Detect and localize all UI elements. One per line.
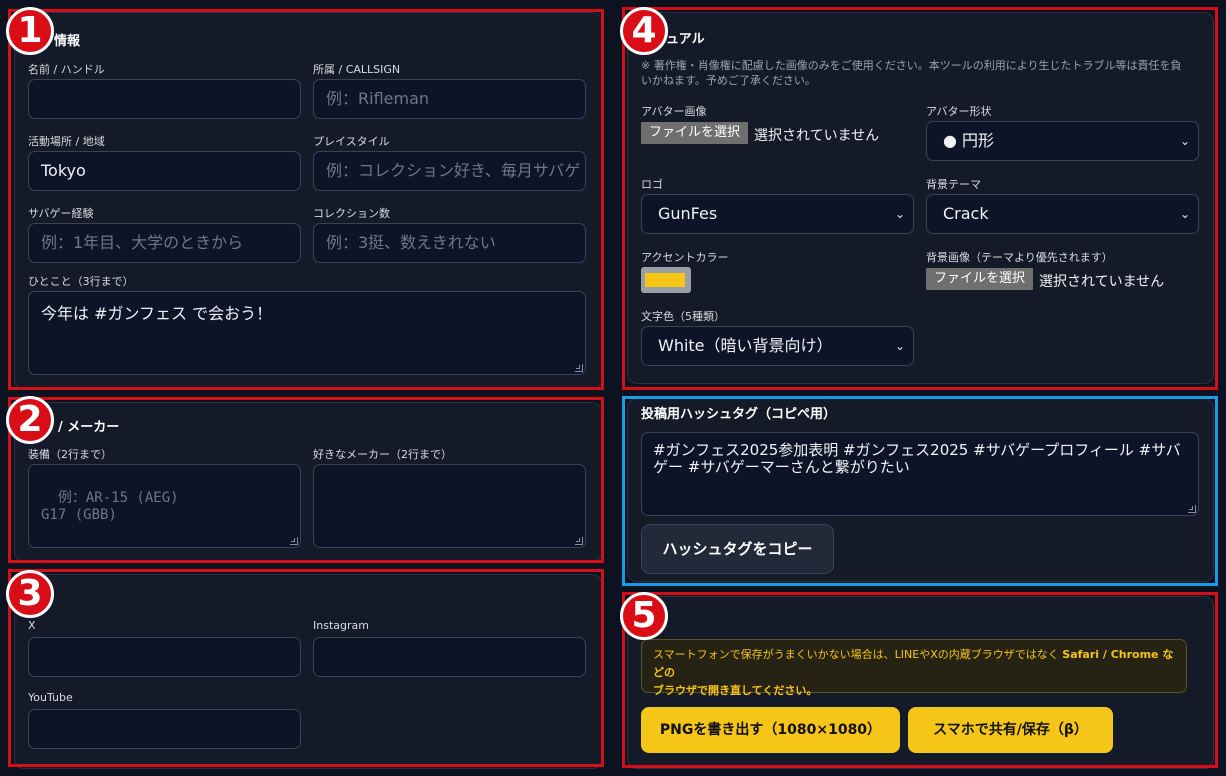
step-badge-1: 1	[6, 7, 54, 55]
maker-textarea[interactable]	[313, 464, 586, 548]
hashtag-text: #ガンフェス2025参加表明 #ガンフェス2025 #サバゲープロフィール #サ…	[653, 441, 1181, 476]
bg-image-file-status: 選択されていません	[1039, 274, 1165, 290]
collection-input[interactable]: 例：3挺、数えきれない	[313, 223, 586, 263]
equip-label: 装備（2行まで）	[28, 448, 112, 461]
gear-title: / メーカー	[58, 420, 120, 435]
text-color-label: 文字色（5種類）	[641, 310, 725, 323]
logo-select[interactable]: GunFes ⌄	[641, 194, 914, 234]
resize-grip-icon[interactable]	[575, 537, 583, 545]
accent-color-picker[interactable]	[641, 267, 691, 293]
browser-warning: スマートフォンで保存がうまくいかない場合は、LINEやXの内蔵ブラウザではなく …	[641, 639, 1187, 697]
accent-color-label: アクセントカラー	[641, 251, 729, 264]
area-input[interactable]: Tokyo	[28, 151, 301, 191]
share-save-button[interactable]: スマホで共有/保存（β）	[908, 707, 1113, 753]
resize-grip-icon[interactable]	[575, 364, 583, 372]
copy-hashtag-button[interactable]: ハッシュタグをコピー	[641, 524, 834, 574]
avatar-file-status: 選択されていません	[754, 128, 880, 144]
bg-image-file-button[interactable]: ファイルを選択	[926, 268, 1034, 290]
accent-color-fill	[645, 273, 685, 287]
step-badge-4: 4	[620, 7, 668, 55]
bg-theme-label: 背景テーマ	[926, 178, 981, 191]
hashtag-textarea[interactable]: #ガンフェス2025参加表明 #ガンフェス2025 #サバゲープロフィール #サ…	[641, 432, 1199, 516]
resize-grip-icon[interactable]	[1188, 505, 1196, 513]
bg-theme-value: Crack	[943, 204, 989, 223]
avatar-shape-select[interactable]: ● 円形 ⌄	[926, 121, 1199, 161]
export-png-button[interactable]: PNGを書き出す（1080×1080）	[641, 707, 900, 753]
avatar-image-label: アバター画像	[641, 105, 707, 118]
avatar-shape-label: アバター形状	[926, 105, 992, 118]
experience-input[interactable]: 例：1年目、大学のときから	[28, 223, 301, 263]
basic-info-title: 情報	[54, 34, 81, 49]
resize-grip-icon[interactable]	[290, 537, 298, 545]
experience-label: サバゲー経験	[28, 207, 94, 220]
callsign-input[interactable]: 例：Rifleman	[313, 79, 586, 119]
comment-label: ひとこと（3行まで）	[28, 275, 134, 288]
x-input[interactable]	[28, 637, 301, 677]
name-input[interactable]	[28, 79, 301, 119]
youtube-label: YouTube	[28, 691, 73, 704]
logo-label: ロゴ	[641, 178, 663, 191]
equip-textarea[interactable]: 例：AR-15 (AEG) G17 (GBB)	[28, 464, 301, 548]
text-color-select[interactable]: White（暗い背景向け） ⌄	[641, 326, 914, 366]
chevron-down-icon: ⌄	[1179, 207, 1190, 221]
collection-label: コレクション数	[313, 207, 390, 220]
step-badge-2: 2	[6, 396, 54, 444]
bg-image-label: 背景画像（テーマより優先されます）	[926, 251, 1113, 264]
equip-placeholder: 例：AR-15 (AEG) G17 (GBB)	[41, 490, 179, 523]
chevron-down-icon: ⌄	[894, 339, 905, 353]
chevron-down-icon: ⌄	[894, 207, 905, 221]
logo-value: GunFes	[658, 204, 718, 223]
callsign-label: 所属 / CALLSIGN	[313, 63, 401, 76]
warning-text-1: スマートフォンで保存がうまくいかない場合は、LINEやXの内蔵ブラウザではなく	[653, 648, 1063, 661]
step-badge-3: 3	[6, 570, 54, 618]
x-label: X	[28, 619, 36, 632]
comment-textarea[interactable]: 今年は #ガンフェス で会おう！	[28, 291, 586, 375]
bg-theme-select[interactable]: Crack ⌄	[926, 194, 1199, 234]
name-label: 名前 / ハンドル	[28, 63, 105, 76]
comment-text: 今年は #ガンフェス で会おう！	[41, 304, 273, 323]
instagram-label: Instagram	[313, 619, 369, 632]
avatar-file-button[interactable]: ファイルを選択	[641, 122, 749, 144]
step-badge-5: 5	[620, 592, 668, 640]
warning-text-2: ブラウザで開き直してください。	[653, 684, 818, 697]
instagram-input[interactable]	[313, 637, 586, 677]
playstyle-input[interactable]: 例：コレクション好き、毎月サバゲ	[313, 151, 586, 191]
avatar-shape-value: ● 円形	[943, 131, 995, 150]
chevron-down-icon: ⌄	[1179, 134, 1190, 148]
playstyle-label: プレイスタイル	[313, 135, 390, 148]
hashtag-title: 投稿用ハッシュタグ（コピペ用）	[641, 407, 837, 422]
visual-title: ュアル	[666, 32, 705, 47]
youtube-input[interactable]	[28, 709, 301, 749]
maker-label: 好きなメーカー（2行まで）	[313, 448, 452, 461]
copyright-note: ※ 著作権・肖像権に配慮した画像のみをご使用ください。本ツールの利用により生じた…	[641, 59, 1182, 87]
area-label: 活動場所 / 地域	[28, 135, 105, 148]
text-color-value: White（暗い背景向け）	[658, 336, 833, 355]
